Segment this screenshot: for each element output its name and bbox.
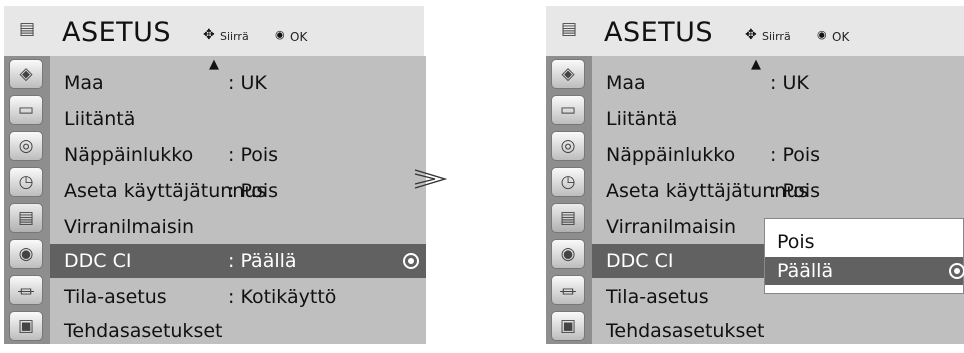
menu-item-label: Tehdasasetukset [606, 320, 765, 342]
menu-item-maa[interactable]: Maa : UK [592, 66, 964, 100]
menu-item-value: : Pois [770, 144, 821, 166]
menu-list: ▲ Maa : UK Liitäntä Näppäinlukko : Pois … [50, 56, 426, 344]
menu-item-label: Maa [606, 72, 646, 94]
menu-item-value: : Päällä [228, 250, 297, 272]
menu-item-label: Liitäntä [606, 108, 678, 130]
clock-icon[interactable]: ◷ [551, 167, 585, 197]
hint-ok-label: OK [832, 30, 850, 44]
selected-radio-icon [403, 253, 419, 269]
setup-box-icon[interactable]: ▤ [551, 203, 585, 233]
menu-item-liitanta[interactable]: Liitäntä [592, 102, 964, 136]
menu-item-value: : Pois [228, 144, 279, 166]
speaker-icon[interactable]: ◎ [551, 131, 585, 161]
menu-item-ddc-ci[interactable]: DDC CI : Päällä [50, 244, 426, 278]
menu-item-aseta-kayttajatunnus[interactable]: Aseta käyttäjätunnus : Pois [592, 174, 964, 208]
selected-radio-icon [949, 263, 964, 279]
lock-icon[interactable]: ◉ [551, 239, 585, 269]
menu-item-label: Virranilmaisin [606, 216, 737, 238]
option-label: Pois [777, 231, 815, 253]
option-label: Päällä [777, 260, 834, 282]
setup-box-icon: ▤ [18, 19, 36, 39]
satellite-dish-icon[interactable]: ◈ [9, 59, 43, 89]
clock-icon[interactable]: ◷ [9, 167, 43, 197]
menu-item-label: Tila-asetus [606, 286, 709, 308]
menu-item-label: Näppäinlukko [64, 144, 194, 166]
speaker-icon[interactable]: ◎ [9, 131, 43, 161]
menu-item-nappainlukko[interactable]: Näppäinlukko : Pois [50, 138, 426, 172]
menu-item-tehdasasetukset[interactable]: Tehdasasetukset [50, 314, 426, 348]
hint-move-label: Siirrä [762, 30, 791, 43]
menu-item-value: : Pois [770, 180, 821, 202]
menu-title: ASETUS [62, 17, 172, 48]
category-sidebar: ◈ ▭ ◎ ◷ ▤ ◉ ⏛ ▣ [546, 56, 592, 344]
ddc-ci-options-popup: Pois Päällä [764, 218, 964, 294]
picture-frame-icon[interactable]: ▣ [9, 311, 43, 341]
setup-box-icon[interactable]: ▤ [9, 203, 43, 233]
menu-item-nappainlukko[interactable]: Näppäinlukko : Pois [592, 138, 964, 172]
menu-list: ▲ Maa : UK Liitäntä Näppäinlukko : Pois … [592, 56, 964, 344]
category-sidebar: ◈ ▭ ◎ ◷ ▤ ◉ ⏛ ▣ [4, 56, 50, 344]
hint-move-label: Siirrä [220, 30, 249, 43]
menu-item-value: : Pois [228, 180, 279, 202]
menu-item-virranilmaisin[interactable]: Virranilmaisin [50, 210, 426, 244]
option-paalla[interactable]: Päällä [765, 257, 964, 285]
menu-item-value: : Kotikäyttö [228, 286, 337, 308]
menu-item-liitanta[interactable]: Liitäntä [50, 102, 426, 136]
setup-box-icon: ▤ [560, 19, 578, 39]
four-way-arrow-icon: ✥ [745, 27, 757, 43]
menu-item-label: Tila-asetus [64, 286, 167, 308]
input-plug-icon[interactable]: ⏛ [9, 275, 43, 305]
monitor-icon[interactable]: ▭ [9, 95, 43, 125]
menu-header: ▤ ASETUS ✥ Siirrä ◉ OK [4, 6, 424, 56]
menu-item-label: Tehdasasetukset [64, 320, 223, 342]
menu-item-label: Liitäntä [64, 108, 136, 130]
menu-item-label: Maa [64, 72, 104, 94]
menu-item-label: Näppäinlukko [606, 144, 736, 166]
menu-item-label: DDC CI [606, 250, 674, 272]
ok-dot-icon: ◉ [275, 28, 285, 41]
menu-item-maa[interactable]: Maa : UK [50, 66, 426, 100]
lock-icon[interactable]: ◉ [9, 239, 43, 269]
satellite-dish-icon[interactable]: ◈ [551, 59, 585, 89]
menu-item-label: DDC CI [64, 250, 132, 272]
menu-item-value: : UK [228, 72, 267, 94]
hint-ok-label: OK [290, 30, 308, 44]
menu-item-value: : UK [770, 72, 809, 94]
monitor-icon[interactable]: ▭ [551, 95, 585, 125]
menu-header: ▤ ASETUS ✥ Siirrä ◉ OK [546, 6, 964, 56]
four-way-arrow-icon: ✥ [203, 27, 215, 43]
option-pois[interactable]: Pois [765, 228, 963, 256]
setup-menu-panel-right: ▤ ASETUS ✥ Siirrä ◉ OK ◈ ▭ ◎ ◷ ▤ ◉ ⏛ ▣ ▲… [546, 6, 964, 349]
next-step-arrow-icon [414, 169, 447, 189]
menu-item-label: Virranilmaisin [64, 216, 195, 238]
ok-dot-icon: ◉ [817, 28, 827, 41]
setup-menu-panel-left: ▤ ASETUS ✥ Siirrä ◉ OK ◈ ▭ ◎ ◷ ▤ ◉ ⏛ ▣ ▲… [4, 6, 426, 349]
input-plug-icon[interactable]: ⏛ [551, 275, 585, 305]
menu-title: ASETUS [604, 17, 714, 48]
menu-item-aseta-kayttajatunnus[interactable]: Aseta käyttäjätunnus : Pois [50, 174, 426, 208]
menu-item-tila-asetus[interactable]: Tila-asetus : Kotikäyttö [50, 280, 426, 314]
picture-frame-icon[interactable]: ▣ [551, 311, 585, 341]
menu-item-tehdasasetukset[interactable]: Tehdasasetukset [592, 314, 964, 348]
